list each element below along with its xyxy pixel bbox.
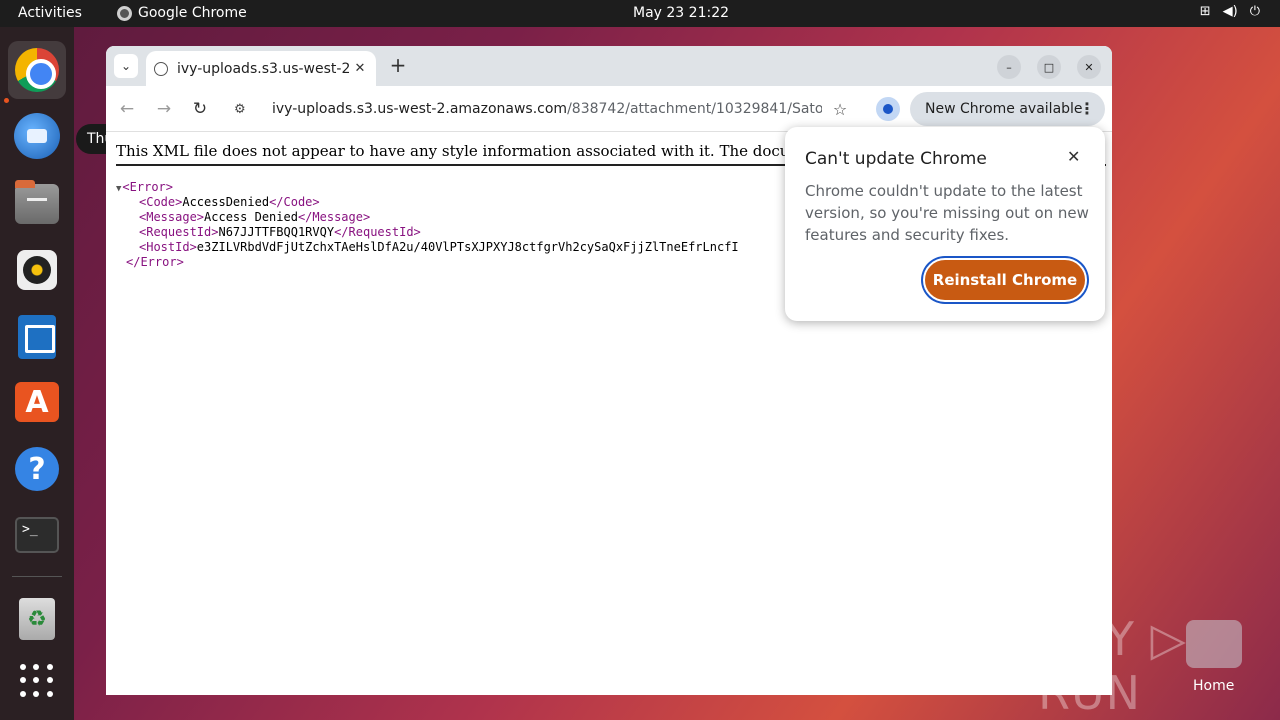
profile-avatar[interactable] — [876, 97, 900, 121]
home-folder-label[interactable]: Home — [1193, 678, 1234, 694]
tab-close-icon[interactable]: ✕ — [352, 61, 368, 76]
bookmark-star-icon[interactable]: ☆ — [830, 100, 850, 119]
thunderbird-icon — [14, 113, 60, 159]
popup-title: Can't update Chrome — [805, 149, 987, 169]
maximize-button[interactable]: □ — [1037, 55, 1061, 79]
xml-line-message: <Message>Access Denied</Message> — [139, 210, 371, 224]
kebab-menu-icon[interactable]: ⋮ — [1079, 99, 1095, 118]
dock-writer[interactable] — [8, 308, 66, 366]
popup-body: Chrome couldn't update to the latest ver… — [805, 182, 1089, 244]
dock-separator — [12, 576, 62, 577]
chevron-down-icon: ⌄ — [120, 59, 132, 73]
xml-line-error-open[interactable]: ▼<Error> — [116, 180, 739, 195]
home-folder-icon[interactable] — [1186, 620, 1242, 668]
power-icon: ⏻ — [1249, 4, 1260, 19]
dock-terminal[interactable]: >_ — [8, 506, 66, 564]
xml-line-hostid: <HostId>e3ZILVRbdVdFjUtZchxTAeHslDfA2u/4… — [139, 240, 739, 254]
clock[interactable]: May 23 21:22 — [633, 5, 729, 21]
collapse-triangle-icon[interactable]: ▼ — [116, 184, 121, 194]
update-chip-label: New Chrome available — [925, 101, 1083, 117]
chrome-icon — [15, 48, 59, 92]
cant-update-popup: Can't update Chrome ✕ Chrome couldn't up… — [785, 127, 1105, 321]
dock-show-apps[interactable] — [8, 652, 66, 710]
app-grid-icon — [20, 664, 54, 698]
rhythmbox-icon — [17, 250, 57, 290]
system-tray[interactable]: ⊞ ◀) ⏻ — [1200, 4, 1260, 19]
new-tab-button[interactable]: + — [386, 54, 410, 78]
writer-icon — [18, 315, 56, 359]
xml-tree: ▼<Error> <Code>AccessDenied</Code> <Mess… — [116, 180, 739, 270]
dock-thunderbird[interactable] — [8, 107, 66, 165]
volume-icon: ◀) — [1222, 4, 1238, 19]
xml-line-code: <Code>AccessDenied</Code> — [139, 195, 320, 209]
xml-line-requestid: <RequestId>N67JJTTFBQQ1RVQY</RequestId> — [139, 225, 421, 239]
toolbar: ← → ↻ ⚙ ivy-uploads.s3.us-west-2.amazona… — [106, 86, 1112, 132]
files-icon — [15, 180, 59, 224]
dock-help[interactable]: ? — [8, 440, 66, 498]
minimize-button[interactable]: – — [997, 55, 1021, 79]
xml-line-error-close: </Error> — [126, 255, 184, 269]
trash-icon: ♻ — [19, 598, 55, 640]
terminal-icon: >_ — [15, 517, 59, 553]
help-icon: ? — [15, 447, 59, 491]
tab-search-button[interactable]: ⌄ — [114, 54, 138, 78]
reload-button[interactable]: ↻ — [188, 97, 212, 121]
dock-trash[interactable]: ♻ — [8, 590, 66, 648]
back-button[interactable]: ← — [115, 97, 139, 121]
activities-button[interactable]: Activities — [18, 5, 82, 21]
url-path: /838742/attachment/10329841/Satori_Carra… — [567, 101, 822, 117]
software-store-icon: A — [15, 382, 59, 422]
close-window-button[interactable]: ✕ — [1077, 55, 1101, 79]
person-icon — [883, 104, 893, 114]
chrome-app-icon — [117, 5, 132, 21]
url-text: ivy-uploads.s3.us-west-2.amazonaws.com/8… — [272, 101, 822, 117]
forward-button[interactable]: → — [152, 97, 176, 121]
tab-title: ivy-uploads.s3.us-west-2 — [177, 60, 351, 77]
update-chip-button[interactable]: New Chrome available ⋮ — [910, 92, 1105, 126]
dock: A ? >_ ♻ — [0, 27, 74, 720]
dock-rhythmbox[interactable] — [8, 241, 66, 299]
running-indicator — [4, 98, 9, 103]
dock-software[interactable]: A — [8, 373, 66, 431]
tab-active[interactable]: ivy-uploads.s3.us-west-2 ✕ — [146, 51, 376, 86]
site-info-icon[interactable]: ⚙ — [234, 102, 254, 117]
app-name: Google Chrome — [138, 5, 247, 21]
dock-files[interactable] — [8, 175, 66, 233]
globe-icon — [154, 61, 168, 76]
anyrun-watermark: ANY ▷ RUN — [1038, 612, 1187, 720]
popup-close-icon[interactable]: ✕ — [1067, 147, 1080, 166]
address-bar[interactable]: ⚙ ivy-uploads.s3.us-west-2.amazonaws.com… — [224, 92, 860, 126]
network-icon: ⊞ — [1199, 4, 1211, 19]
url-host: ivy-uploads.s3.us-west-2.amazonaws.com — [272, 101, 568, 117]
tab-strip: ⌄ ivy-uploads.s3.us-west-2 ✕ + – □ ✕ — [106, 46, 1112, 86]
reinstall-chrome-button[interactable]: Reinstall Chrome — [923, 258, 1087, 302]
app-menu[interactable]: Google Chrome — [117, 5, 247, 21]
top-bar: Activities Google Chrome May 23 21:22 ⊞ … — [0, 0, 1280, 27]
dock-chrome[interactable] — [8, 41, 66, 99]
